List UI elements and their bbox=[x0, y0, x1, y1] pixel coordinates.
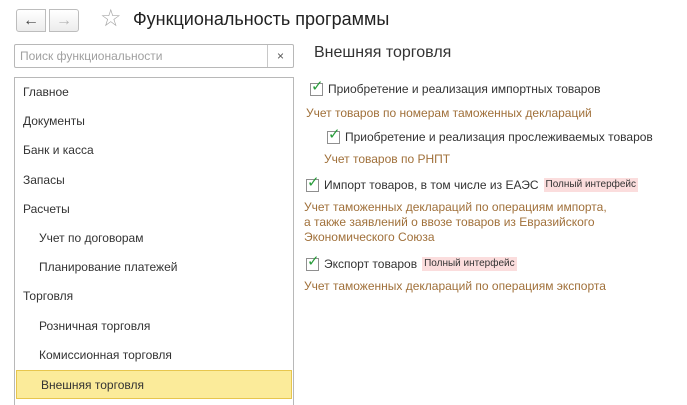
window-titlebar: ← → ☆ Функциональность программы bbox=[0, 0, 687, 40]
check-icon: ✓ bbox=[307, 173, 320, 191]
sidebar-item-payment-planning[interactable]: Планирование платежей bbox=[15, 253, 293, 282]
option-import-goods: ✓ Приобретение и реализация импортных то… bbox=[310, 78, 601, 97]
check-icon: ✓ bbox=[311, 77, 324, 95]
arrow-left-icon: ← bbox=[23, 11, 39, 29]
search-box: × bbox=[14, 44, 294, 68]
full-interface-badge: Полный интерфейс bbox=[543, 178, 639, 192]
option-label: Приобретение и реализация прослеживаемых… bbox=[345, 130, 653, 144]
option-export-goods: ✓ Экспорт товаров Полный интерфейс bbox=[306, 253, 517, 272]
sidebar-item-inventory[interactable]: Запасы bbox=[15, 166, 293, 195]
option-import-eaeu: ✓ Импорт товаров, в том числе из ЕАЭС По… bbox=[306, 174, 639, 193]
close-icon: × bbox=[276, 49, 284, 63]
checkbox-import-eaeu[interactable]: ✓ bbox=[306, 174, 320, 192]
section-title: Внешняя торговля bbox=[314, 44, 452, 61]
arrow-right-icon: → bbox=[56, 11, 72, 29]
option-description: Учет товаров по РНПТ bbox=[324, 152, 451, 166]
search-clear-button[interactable]: × bbox=[267, 45, 293, 67]
sidebar-item-main[interactable]: Главное bbox=[15, 78, 293, 107]
option-label: Приобретение и реализация импортных това… bbox=[328, 82, 601, 96]
favorite-star-icon[interactable]: ☆ bbox=[100, 6, 122, 32]
search-input[interactable] bbox=[15, 45, 267, 67]
sidebar-item-foreign-trade[interactable]: Внешняя торговля bbox=[16, 369, 292, 400]
sidebar-item-commission[interactable]: Комиссионная торговля bbox=[15, 341, 293, 370]
option-description: Учет таможенных деклараций по операциям … bbox=[304, 279, 606, 293]
option-label: Экспорт товаров bbox=[324, 257, 418, 271]
back-button[interactable]: ← bbox=[16, 9, 46, 32]
sidebar-item-bank-cash[interactable]: Банк и касса bbox=[15, 136, 293, 165]
sidebar-nav: Главное Документы Банк и касса Запасы Ра… bbox=[14, 77, 294, 405]
option-description: Учет товаров по номерам таможенных декла… bbox=[306, 106, 592, 120]
forward-button[interactable]: → bbox=[49, 9, 79, 32]
sidebar-item-documents[interactable]: Документы bbox=[15, 107, 293, 136]
sidebar-item-settlements[interactable]: Расчеты bbox=[15, 195, 293, 224]
check-icon: ✓ bbox=[307, 252, 320, 270]
checkbox-traceable-goods[interactable]: ✓ bbox=[327, 126, 341, 144]
sidebar-item-contracts[interactable]: Учет по договорам bbox=[15, 224, 293, 253]
checkbox-import-goods[interactable]: ✓ bbox=[310, 78, 324, 96]
option-description: Учет таможенных деклараций по операциям … bbox=[304, 200, 607, 244]
option-traceable-goods: ✓ Приобретение и реализация прослеживаем… bbox=[327, 126, 653, 145]
sidebar-item-retail[interactable]: Розничная торговля bbox=[15, 312, 293, 341]
option-label: Импорт товаров, в том числе из ЕАЭС bbox=[324, 178, 539, 192]
checkbox-export-goods[interactable]: ✓ bbox=[306, 253, 320, 271]
check-icon: ✓ bbox=[328, 125, 341, 143]
window-title: Функциональность программы bbox=[133, 9, 390, 29]
sidebar-item-trade[interactable]: Торговля bbox=[15, 282, 293, 311]
full-interface-badge: Полный интерфейс bbox=[422, 257, 517, 271]
